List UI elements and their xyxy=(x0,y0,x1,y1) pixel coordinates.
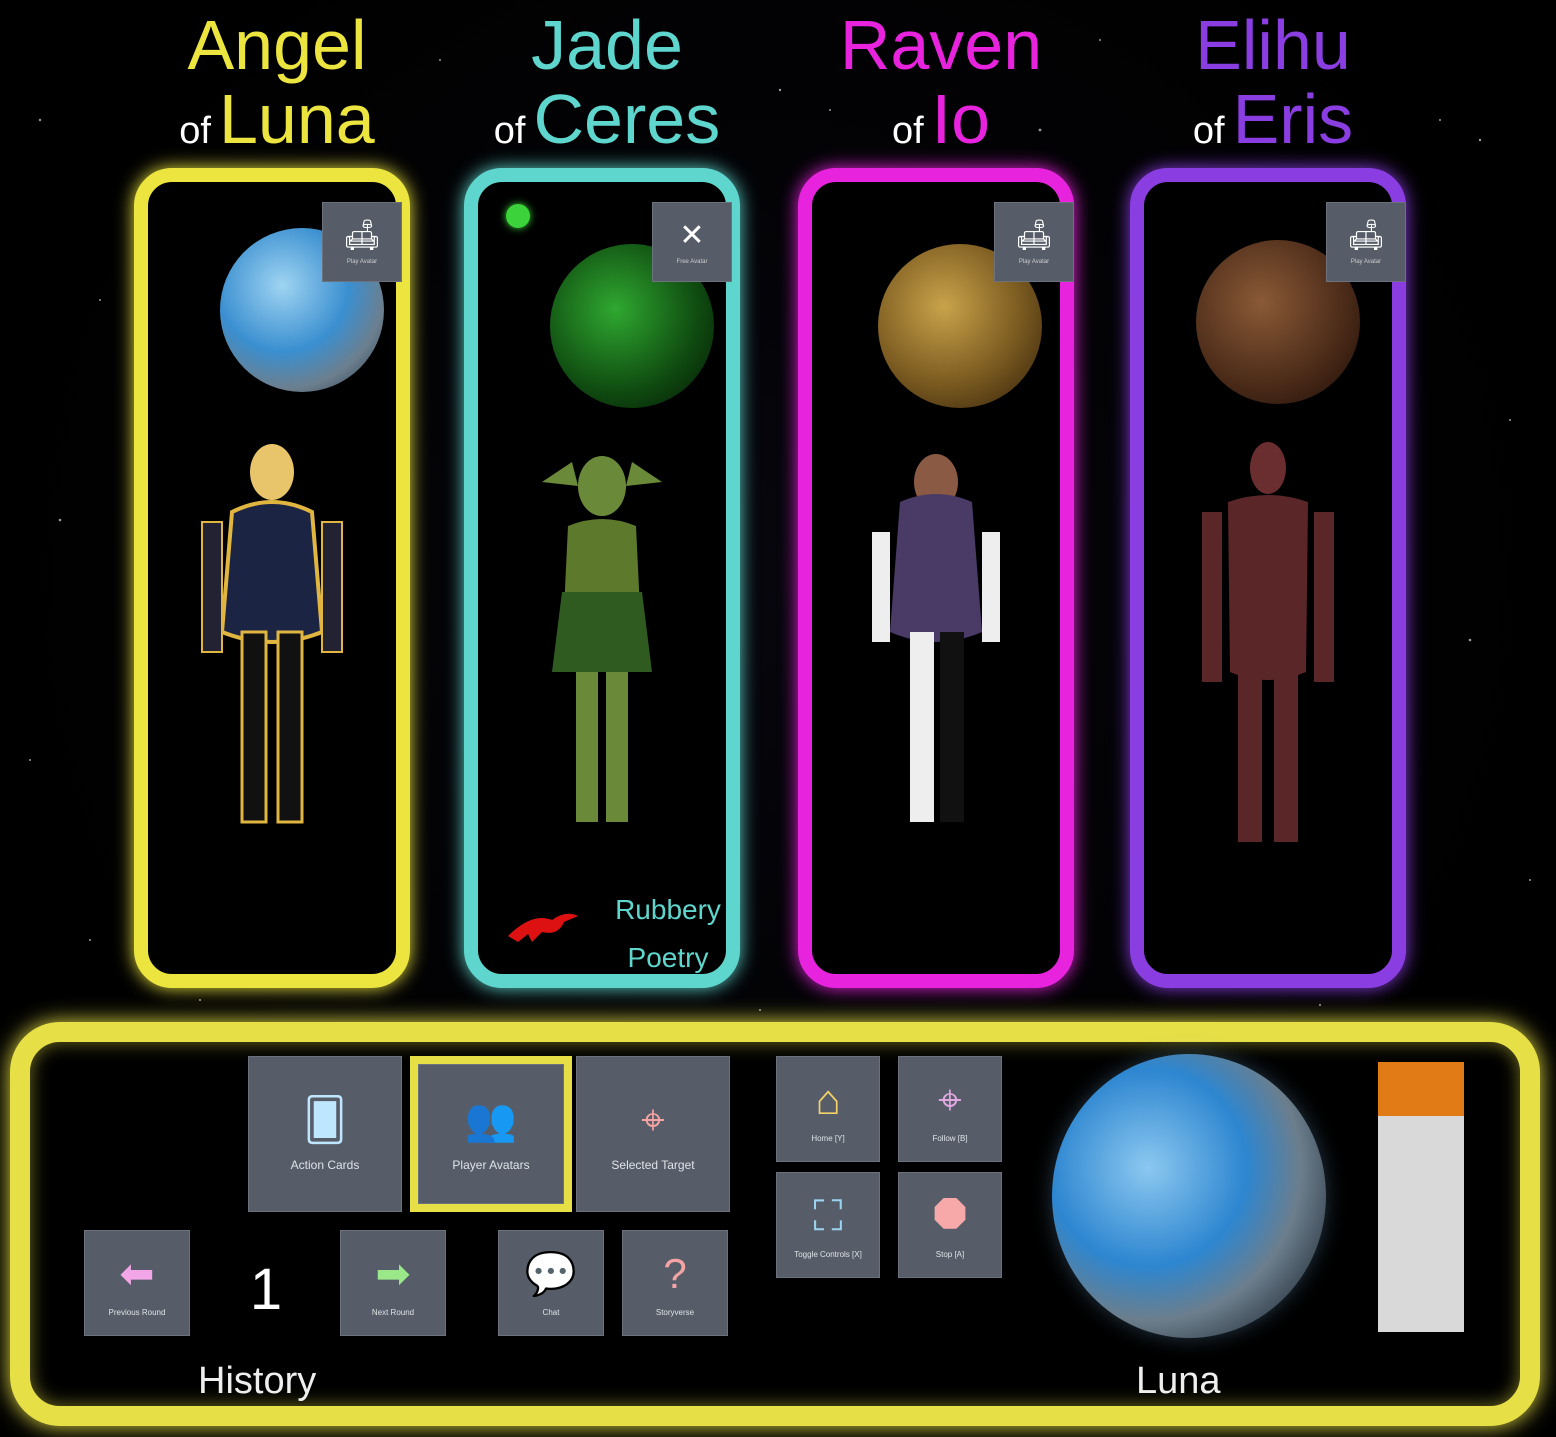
storyverse-button[interactable]: ? Storyverse xyxy=(622,1230,728,1336)
player-planet: Eris xyxy=(1232,80,1354,158)
progress-meter xyxy=(1378,1062,1464,1332)
armchair-icon: 🛋 xyxy=(1014,219,1054,252)
stop-octagon-icon: ⯃ xyxy=(933,1191,967,1239)
home-button[interactable]: ⌂ Home [Y] xyxy=(776,1056,880,1162)
people-icon: 👥 xyxy=(464,1096,518,1143)
avatar-figure-jade xyxy=(542,456,662,822)
of-label: of xyxy=(891,110,924,152)
play-avatar-button[interactable]: 🛋 Play Avatar xyxy=(1326,202,1406,282)
close-icon: ✕ xyxy=(679,219,705,252)
progress-meter-fill xyxy=(1378,1062,1464,1116)
cards-icon: 🂠 xyxy=(303,1096,347,1143)
player-column-angel: Angel of Luna 🛋 Play Avatar xyxy=(122,0,432,1010)
route-pin-icon: ⌖ xyxy=(938,1075,962,1123)
history-label: History xyxy=(198,1360,317,1402)
player-card-jade[interactable]: ✕ Free Avatar Rubbery Poetry xyxy=(464,168,740,988)
question-mark-icon: ? xyxy=(663,1249,687,1297)
player-column-elihu: Elihu of Eris 🛋 Play Avatar xyxy=(1118,0,1428,1010)
avatar-figure-raven xyxy=(872,454,1000,822)
free-avatar-button[interactable]: ✕ Free Avatar xyxy=(652,202,732,282)
next-round-button[interactable]: ➡ Next Round xyxy=(340,1230,446,1336)
arrow-right-icon: ➡ xyxy=(375,1249,411,1297)
crosshair-icon: ⌖ xyxy=(641,1096,665,1143)
armchair-icon: 🛋 xyxy=(1346,219,1386,252)
follow-button[interactable]: ⌖ Follow [B] xyxy=(898,1056,1002,1162)
action-cards-button[interactable]: 🂠 Action Cards xyxy=(248,1056,402,1212)
player-name: Elihu xyxy=(1195,6,1351,84)
toggle-controls-button[interactable]: ⛶ Toggle Controls [X] xyxy=(776,1172,880,1278)
chat-icon: 💬 xyxy=(524,1249,578,1297)
play-avatar-button[interactable]: 🛋 Play Avatar xyxy=(322,202,402,282)
avatar-figure-angel xyxy=(201,444,343,824)
studio-credit: Rubbery Poetry xyxy=(615,894,721,973)
player-card-raven[interactable]: 🛋 Play Avatar xyxy=(798,168,1074,988)
player-column-jade: Jade of Ceres ✕ Free Avatar Rubbery Poetr… xyxy=(452,0,762,1010)
armchair-icon: 🛋 xyxy=(342,219,382,252)
avatar-figure-elihu xyxy=(1202,442,1334,842)
player-planet: Io xyxy=(931,80,991,158)
player-card-angel[interactable]: 🛋 Play Avatar xyxy=(134,168,410,988)
player-name: Raven xyxy=(839,6,1043,84)
selected-target-button[interactable]: ⌖ Selected Target xyxy=(576,1056,730,1212)
player-column-raven: Raven of Io 🛋 Play Avatar xyxy=(786,0,1096,1010)
player-card-elihu[interactable]: 🛋 Play Avatar xyxy=(1130,168,1406,988)
previous-round-button[interactable]: ⬅ Previous Round xyxy=(84,1230,190,1336)
player-planet: Ceres xyxy=(533,80,721,158)
lizard-logo-icon xyxy=(508,913,578,942)
chat-button[interactable]: 💬 Chat xyxy=(498,1230,604,1336)
current-planet-luna-icon[interactable] xyxy=(1052,1054,1326,1338)
player-name: Angel xyxy=(187,6,367,84)
player-name: Jade xyxy=(531,6,683,84)
of-label: of xyxy=(179,110,211,152)
arrow-left-icon: ⬅ xyxy=(119,1249,155,1297)
of-label: of xyxy=(1192,110,1225,152)
online-status-dot xyxy=(506,204,530,228)
of-label: of xyxy=(493,110,526,152)
player-planet: Luna xyxy=(218,80,375,158)
player-avatars-button[interactable]: 👥 Player Avatars xyxy=(410,1056,572,1212)
toggle-controls-icon: ⛶ xyxy=(813,1191,843,1239)
round-number: 1 xyxy=(249,1257,283,1322)
current-planet-label: Luna xyxy=(1136,1360,1221,1402)
play-avatar-button[interactable]: 🛋 Play Avatar xyxy=(994,202,1074,282)
stop-button[interactable]: ⯃ Stop [A] xyxy=(898,1172,1002,1278)
home-icon: ⌂ xyxy=(815,1075,841,1123)
